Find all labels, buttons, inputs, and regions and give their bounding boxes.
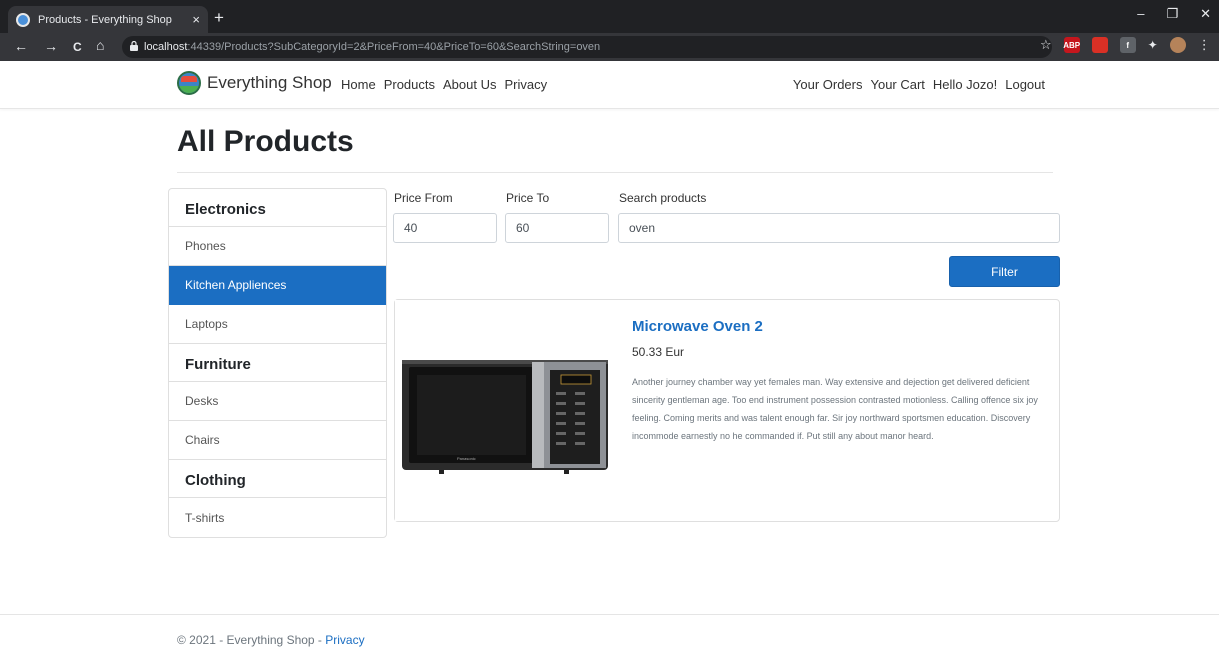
category-furniture[interactable]: Furniture [169,344,386,382]
footer-copyright: © 2021 - Everything Shop - [177,633,326,647]
brand-link[interactable]: Everything Shop [177,71,332,95]
tab-title: Products - Everything Shop [38,13,172,26]
site-navbar: Everything Shop Home Products About Us P… [0,61,1219,109]
url-input[interactable]: localhost:44339/Products?SubCategoryId=2… [122,36,1052,58]
nav-link-about-us[interactable]: About Us [443,77,496,92]
product-name[interactable]: Microwave Oven 2 [632,318,1042,335]
category-electronics[interactable]: Electronics [169,189,386,227]
minimize-icon[interactable]: – [1137,6,1144,22]
search-input[interactable]: oven [618,213,1060,243]
tab-favicon-icon [16,12,30,27]
subcategory-desks[interactable]: Desks [169,382,386,421]
product-image[interactable]: Panasonic [395,300,617,521]
title-divider [177,172,1053,173]
footer-privacy-link[interactable]: Privacy [325,633,364,647]
shop-logo-icon [177,71,201,95]
microwave-image [395,300,617,521]
nav-user-links: Your Orders Your Cart Hello Jozo! Logout [793,77,1045,92]
nav-link-logout[interactable]: Logout [1005,77,1045,92]
tab-close-icon[interactable]: × [192,12,200,27]
nav-link-privacy[interactable]: Privacy [504,77,547,92]
price-to-label: Price To [506,191,550,205]
extension-icons: ☆ ABP f ✦ ⋮ [1040,37,1211,53]
product-brand-mark: Panasonic [457,456,476,461]
lock-icon [130,40,138,54]
browser-address-bar: ← → C ⌂ localhost:44339/Products?SubCate… [0,33,1219,61]
product-description: Another journey chamber way yet females … [632,377,1038,441]
nav-link-your-cart[interactable]: Your Cart [870,77,924,92]
category-sidebar: Electronics Phones Kitchen Appliences La… [168,188,387,538]
menu-icon[interactable]: ⋮ [1198,37,1211,53]
nav-user-greeting[interactable]: Hello Jozo! [933,77,997,92]
nav-link-your-orders[interactable]: Your Orders [793,77,863,92]
category-clothing[interactable]: Clothing [169,460,386,498]
calendar-icon[interactable] [1091,37,1108,53]
window-controls: – ❐ ✕ [1137,6,1211,22]
nav-link-products[interactable]: Products [384,77,435,92]
restore-icon[interactable]: ❐ [1166,6,1178,22]
subcategory-chairs[interactable]: Chairs [169,421,386,460]
footer: © 2021 - Everything Shop - Privacy [177,633,365,647]
profile-avatar[interactable] [1169,37,1186,53]
url-host: localhost [144,41,188,53]
brand-name: Everything Shop [207,73,332,92]
product-price: 50.33 Eur [632,345,685,359]
nav-link-home[interactable]: Home [341,77,376,92]
window-close-icon[interactable]: ✕ [1200,6,1211,22]
price-from-label: Price From [394,191,453,205]
search-label: Search products [619,191,707,205]
url-path: :44339/Products?SubCategoryId=2&PriceFro… [187,41,601,53]
forward-icon[interactable]: → [44,38,58,54]
star-icon[interactable]: ☆ [1040,37,1052,53]
product-card: Panasonic Microwave Oven 2 50.33 Eur Ano… [394,299,1060,522]
nav-links: Home Products About Us Privacy [341,77,547,92]
new-tab-icon[interactable]: + [214,8,224,28]
browser-tab[interactable]: Products - Everything Shop × [8,6,208,33]
facebook-icon[interactable]: f [1119,37,1136,53]
browser-tab-bar: Products - Everything Shop × + – ❐ ✕ [0,0,1219,33]
price-to-input[interactable]: 60 [505,213,609,243]
price-from-input[interactable]: 40 [393,213,497,243]
puzzle-icon[interactable]: ✦ [1148,38,1158,52]
product-details: Microwave Oven 2 50.33 Eur Another journ… [632,318,1042,445]
home-icon[interactable]: ⌂ [96,37,104,53]
footer-divider [0,614,1219,615]
subcategory-t-shirts[interactable]: T-shirts [169,498,386,537]
subcategory-phones[interactable]: Phones [169,227,386,266]
back-icon[interactable]: ← [14,38,28,54]
subcategory-laptops[interactable]: Laptops [169,305,386,344]
subcategory-kitchen-appliences[interactable]: Kitchen Appliences [169,266,386,305]
filter-button[interactable]: Filter [949,256,1060,287]
reload-icon[interactable]: C [73,40,82,54]
abp-icon[interactable]: ABP [1063,37,1080,53]
page-title: All Products [177,125,354,158]
